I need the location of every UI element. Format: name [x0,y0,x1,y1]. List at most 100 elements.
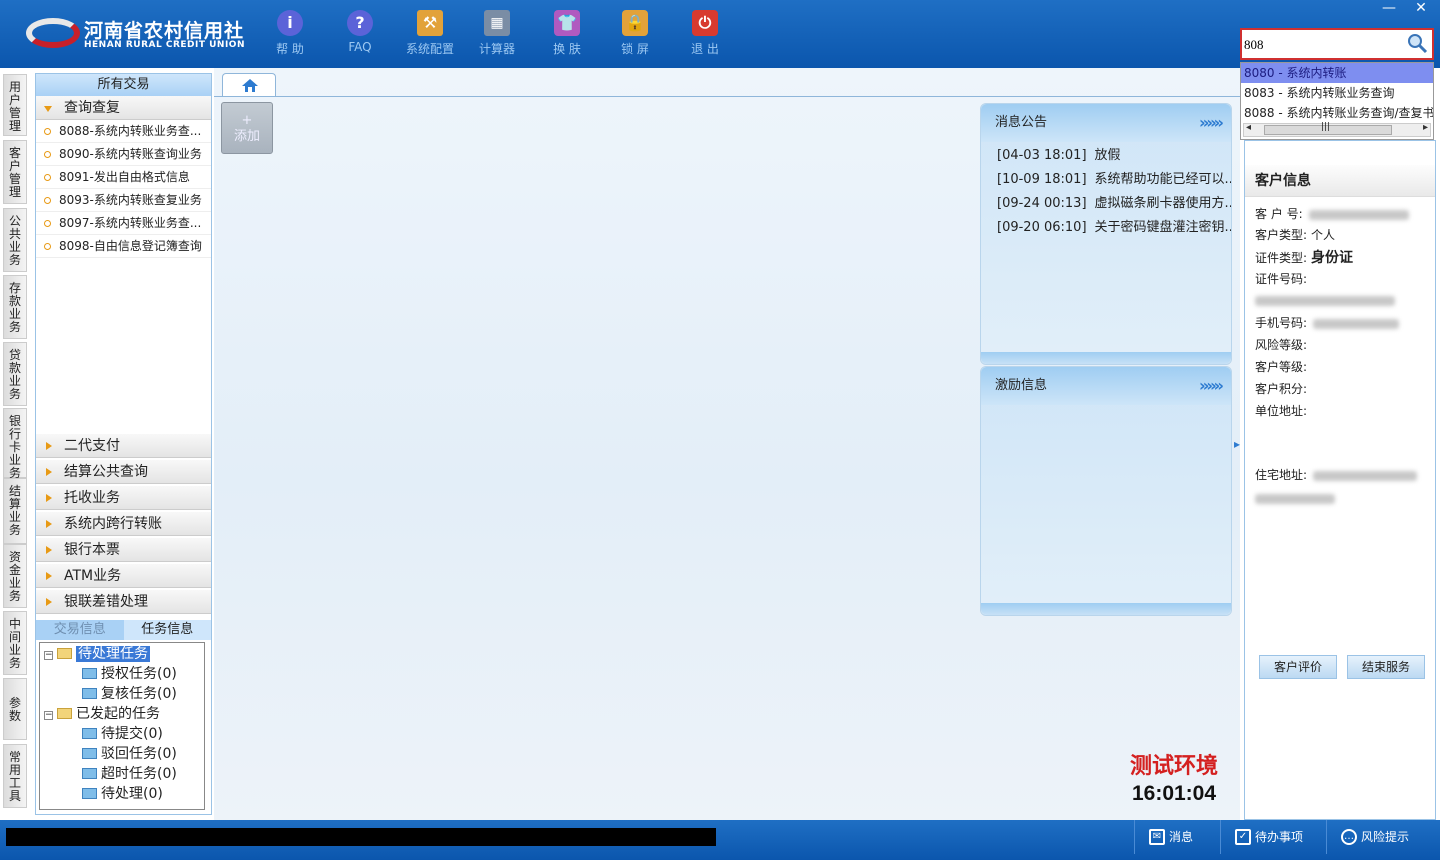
collapse-panel-icon[interactable]: ▸ [1234,424,1242,464]
masked-value [1308,209,1409,220]
menu-group-query[interactable]: 查询查复 [36,96,211,120]
scroll-left-icon[interactable]: ◂ [1246,122,1251,133]
field-value: 身份证 [1311,250,1354,266]
system-config-button[interactable]: ⚒ 系统配置 [400,10,460,57]
menu-group[interactable]: 结算公共查询 [36,460,211,484]
exit-button[interactable]: ⏻ 退 出 [675,10,735,57]
masked-value [1255,295,1395,306]
field-label: 手机号码: [1255,316,1308,330]
tree-node[interactable]: 超时任务(0) [82,764,177,784]
lock-screen-button[interactable]: 🔒 锁 屏 [605,10,665,57]
customer-evaluate-button[interactable]: 客户评价 [1259,655,1337,679]
exit-label: 退 出 [691,42,719,56]
field-customer-level: 客户等级: [1255,358,1307,375]
toolbox-icon: ⚒ [417,10,443,36]
menu-group[interactable]: 二代支付 [36,434,211,458]
module-tab-settlement[interactable]: 结算业务 [3,478,27,544]
tree-node[interactable]: 驳回任务(0) [82,744,177,764]
end-service-button[interactable]: 结束服务 [1347,655,1425,679]
menu-item[interactable]: 8091-发出自由格式信息 [36,166,211,189]
collapse-icon[interactable]: − [44,651,53,660]
suggestion-item[interactable]: 8080 - 系统内转账 [1241,63,1433,83]
tab-divider [214,96,1240,97]
menu-group[interactable]: 托收业务 [36,486,211,510]
calculator-button[interactable]: ▦ 计算器 [467,10,527,57]
tree-node-label: 待处理任务 [76,646,150,662]
notice-time: [09-20 06:10] [997,220,1087,235]
checkbox-icon: ✓ [1235,829,1251,845]
field-label: 客 户 号: [1255,207,1303,221]
module-tab-common-tools[interactable]: 常用工具 [3,744,27,808]
panel-footer [981,603,1231,615]
tree-node-label: 复核任务(0) [101,686,177,702]
home-tab[interactable] [222,73,276,97]
menu-group[interactable]: 系统内跨行转账 [36,512,211,536]
minimize-button[interactable]: — [1374,0,1404,18]
messages-button[interactable]: ✉ 消息 [1134,820,1214,854]
module-tab-intermediary[interactable]: 中间业务 [3,611,27,675]
module-tab-deposit[interactable]: 存款业务 [3,275,27,339]
tree-node-label: 超时任务(0) [101,766,177,782]
field-label: 客户类型: [1255,228,1308,242]
menu-item[interactable]: 8090-系统内转账查询业务 [36,143,211,166]
menu-title[interactable]: 所有交易 [36,74,211,96]
menu-group[interactable]: ATM业务 [36,564,211,588]
tab-transaction-info[interactable]: 交易信息 [36,620,124,640]
module-tab-user-management[interactable]: 用户管理 [3,74,27,136]
module-tab-parameters[interactable]: 参数 [3,678,27,740]
tab-task-info[interactable]: 任务信息 [123,620,211,640]
module-tab-funds[interactable]: 资金业务 [3,544,27,608]
change-skin-button[interactable]: 👕 换 肤 [537,10,597,57]
tree-node[interactable]: 授权任务(0) [82,664,177,684]
module-tab-loan[interactable]: 贷款业务 [3,342,27,406]
menu-item[interactable]: 8098-自由信息登记簿查询 [36,235,211,258]
menu-item[interactable]: 8097-系统内转账业务查... [36,212,211,235]
risk-alert-button[interactable]: … 风险提示 [1326,820,1436,854]
todo-button[interactable]: ✓ 待办事项 [1220,820,1320,854]
more-arrows-icon[interactable]: »»» [1199,367,1224,405]
module-tab-customer-management[interactable]: 客户管理 [3,140,27,204]
lock-screen-label: 锁 屏 [621,42,649,56]
menu-item[interactable]: 8088-系统内转账业务查... [36,120,211,143]
field-value: 个人 [1311,228,1336,242]
collapse-icon[interactable]: − [44,711,53,720]
menu-item[interactable]: 8093-系统内转账查复业务 [36,189,211,212]
scroll-right-icon[interactable]: ▸ [1423,122,1428,133]
tree-node-label: 待提交(0) [101,726,163,742]
search-input[interactable] [1244,35,1404,55]
notice-item[interactable]: [09-24 00:13] 虚拟磁条刷卡器使用方... [981,192,1231,216]
scroll-grip: ||| [1321,122,1331,132]
module-tab-bank-card[interactable]: 银行卡业务 [3,408,27,480]
field-customer-no: 客 户 号: [1255,205,1409,222]
notice-time: [09-24 00:13] [997,196,1087,211]
search-suggestions: 8080 - 系统内转账 8083 - 系统内转账业务查询 8088 - 系统内… [1240,62,1434,140]
menu-group[interactable]: 银联差错处理 [36,590,211,614]
search-icon[interactable] [1406,32,1428,54]
tree-node[interactable]: 复核任务(0) [82,684,177,704]
menu-group[interactable]: 银行本票 [36,538,211,562]
field-risk-level: 风险等级: [1255,336,1307,353]
module-tab-public-business[interactable]: 公共业务 [3,208,27,272]
faq-button[interactable]: ? FAQ [330,10,390,54]
suggestion-item[interactable]: 8083 - 系统内转账业务查询 [1241,83,1433,103]
add-button[interactable]: + 添加 [221,102,273,154]
field-label: 单位地址: [1255,404,1308,418]
tree-node[interactable]: 待处理(0) [82,784,163,804]
notice-text: 关于密码键盘灌注密钥... [1094,220,1231,235]
tree-node[interactable]: 待提交(0) [82,724,163,744]
environment-label: 测试环境 [1129,753,1218,779]
notice-item[interactable]: [04-03 18:01] 放假 [981,144,1231,168]
notice-item[interactable]: [10-09 18:01] 系统帮助功能已经可以... [981,168,1231,192]
folder-icon [82,788,97,799]
scroll-thumb[interactable]: ||| [1264,122,1392,135]
tree-node-pending[interactable]: − 待处理任务 [44,644,150,664]
tree-node-initiated[interactable]: − 已发起的任务 [44,704,160,724]
notice-title: 消息公告 [995,115,1048,130]
suggestion-item[interactable]: 8088 - 系统内转账业务查询/查复书 [1241,103,1433,123]
help-button[interactable]: i 帮 助 [260,10,320,57]
more-arrows-icon[interactable]: »»» [1199,104,1224,142]
suggestions-scrollbar[interactable]: ◂ ||| ▸ [1243,122,1431,137]
notice-item[interactable]: [09-20 06:10] 关于密码键盘灌注密钥... [981,216,1231,240]
close-button[interactable]: ✕ [1406,0,1436,18]
folder-icon [82,728,97,739]
